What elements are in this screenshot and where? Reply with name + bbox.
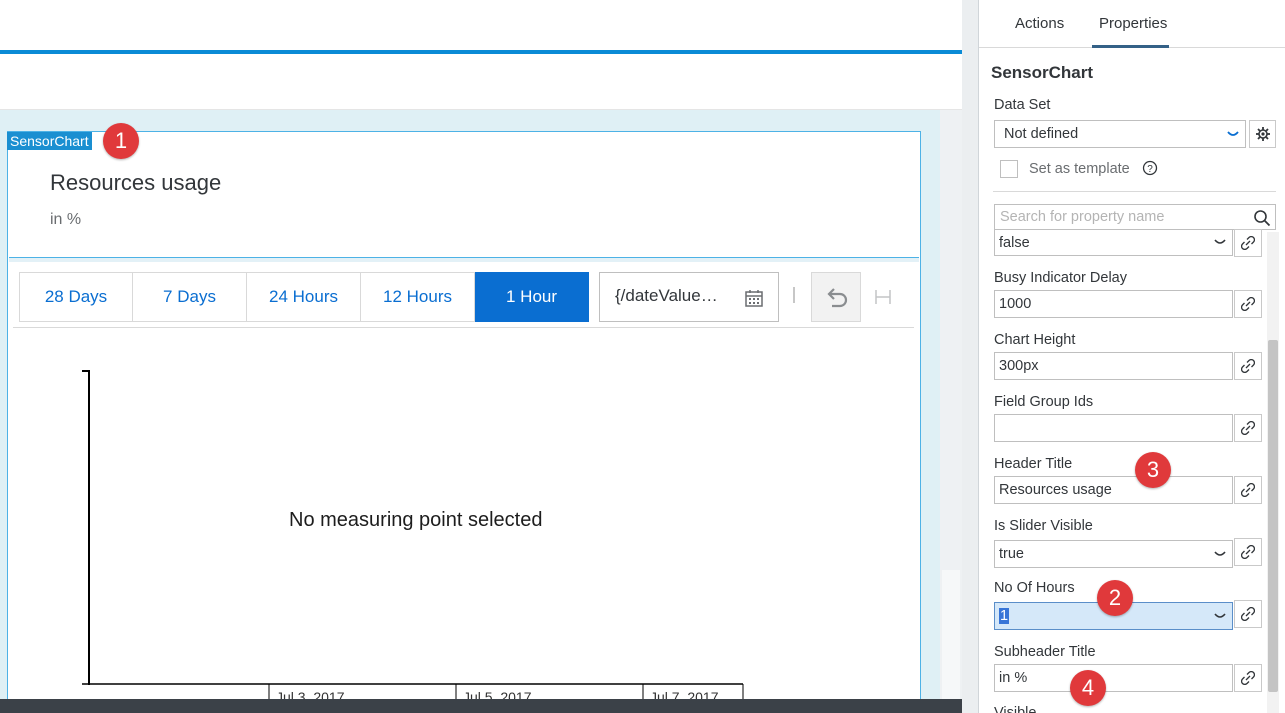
is-slider-visible-select[interactable]: true <box>994 540 1233 568</box>
range-1-hour-button[interactable]: 1 Hour <box>475 272 589 322</box>
selected-control-heading: SensorChart <box>991 63 1094 82</box>
bind-property-button[interactable] <box>1234 664 1262 692</box>
callout-badge-3: 3 <box>1135 452 1171 488</box>
no-of-hours-label: No Of Hours <box>994 580 1075 596</box>
bind-property-button[interactable] <box>1234 476 1262 504</box>
callout-badge-2: 2 <box>1097 580 1133 616</box>
bind-property-button[interactable] <box>1234 600 1262 628</box>
field-group-ids-field[interactable] <box>994 414 1233 442</box>
search-icon[interactable] <box>1253 209 1271 227</box>
range-7-days-button[interactable]: 7 Days <box>133 272 247 322</box>
link-icon <box>1241 359 1255 373</box>
bind-property-button[interactable] <box>1234 229 1262 257</box>
design-canvas: SensorChart 1 Resources usage in % 28 Da… <box>0 0 962 713</box>
property-value: 300px <box>999 358 1039 374</box>
chevron-down-icon <box>1214 551 1226 556</box>
link-icon <box>1241 297 1255 311</box>
field-group-ids-label: Field Group Ids <box>994 394 1094 410</box>
tab-actions[interactable]: Actions <box>1015 15 1064 32</box>
chart-header-divider <box>9 258 919 262</box>
data-set-select[interactable]: Not defined <box>994 120 1246 148</box>
time-range-selector: 28 Days 7 Days 24 Hours 12 Hours 1 Hour <box>19 272 589 322</box>
range-28-days-button[interactable]: 28 Days <box>19 272 133 322</box>
chevron-down-icon <box>1214 239 1226 244</box>
link-icon <box>1241 236 1255 250</box>
chevron-down-icon <box>1214 613 1226 618</box>
range-12-hours-button[interactable]: 12 Hours <box>361 272 475 322</box>
bind-property-button[interactable] <box>1234 538 1262 566</box>
is-slider-visible-label: Is Slider Visible <box>994 518 1093 534</box>
data-set-label: Data Set <box>994 97 1051 113</box>
busy-indicator-delay-field[interactable]: 1000 <box>994 290 1233 318</box>
undo-icon <box>827 288 848 308</box>
chart-height-field[interactable]: 300px <box>994 352 1233 380</box>
link-icon <box>1241 421 1255 435</box>
property-value: 1000 <box>999 296 1032 312</box>
property-value: false <box>999 235 1030 251</box>
chart-plot-area: Jul 3, 2017 Jul 5, 2017 Jul 7, 2017 <box>82 370 744 705</box>
range-24-hours-button[interactable]: 24 Hours <box>247 272 361 322</box>
panel-splitter[interactable] <box>962 0 978 713</box>
property-value: Resources usage <box>999 482 1112 498</box>
chart-header-title: Resources usage <box>50 170 222 195</box>
empty-chart-message: No measuring point selected <box>289 509 543 531</box>
panel-tab-bar: Actions Properties <box>979 0 1285 48</box>
canvas-bottom-bar <box>0 699 962 713</box>
control-name-tag: SensorChart <box>7 132 92 150</box>
visible-label: Visible <box>994 705 1037 713</box>
header-title-label: Header Title <box>994 456 1073 472</box>
reset-zoom-button[interactable] <box>811 272 861 322</box>
help-icon[interactable]: ? <box>1142 160 1158 176</box>
property-search-placeholder: Search for property name <box>1000 209 1165 225</box>
property-value: in % <box>999 670 1028 686</box>
active-tab-indicator <box>1092 45 1169 48</box>
header-title-field[interactable]: Resources usage <box>994 476 1233 504</box>
subheader-title-field[interactable]: in % <box>994 664 1233 692</box>
panel-separator <box>993 191 1276 192</box>
property-value: 1 <box>999 608 1010 624</box>
canvas-toolbar-strip <box>0 54 962 110</box>
data-set-settings-button[interactable] <box>1249 120 1276 148</box>
set-as-template-checkbox[interactable] <box>1000 160 1018 178</box>
date-picker-value: {/dateValue… <box>615 286 718 305</box>
link-icon <box>1241 607 1255 621</box>
chevron-down-icon <box>1227 131 1239 136</box>
gear-icon <box>1256 127 1270 141</box>
svg-text:?: ? <box>1147 164 1153 175</box>
link-icon <box>1241 545 1255 559</box>
canvas-scrollbar-thumb[interactable] <box>942 570 960 700</box>
callout-badge-1: 1 <box>103 123 139 159</box>
properties-panel: Actions Properties SensorChart Data Set … <box>978 0 1285 713</box>
range-selector-underline <box>13 327 914 328</box>
link-icon <box>1241 671 1255 685</box>
calendar-icon[interactable] <box>744 288 764 308</box>
busy-indicator-delay-label: Busy Indicator Delay <box>994 270 1127 286</box>
tab-properties[interactable]: Properties <box>1099 15 1167 32</box>
property-value: true <box>999 546 1024 562</box>
toolbar-separator <box>793 287 795 303</box>
callout-badge-4: 4 <box>1070 670 1106 706</box>
bind-property-button[interactable] <box>1234 352 1262 380</box>
set-as-template-label: Set as template <box>1029 161 1130 177</box>
property-search-input[interactable]: Search for property name <box>994 204 1276 230</box>
data-set-value: Not defined <box>1004 126 1079 142</box>
link-icon <box>1241 483 1255 497</box>
bind-property-button[interactable] <box>1234 290 1262 318</box>
range-bracket-icon[interactable] <box>874 288 892 306</box>
date-picker-input[interactable]: {/dateValue… <box>599 272 779 322</box>
chart-height-label: Chart Height <box>994 332 1076 348</box>
subheader-title-label: Subheader Title <box>994 644 1096 660</box>
chart-header-subtitle: in % <box>50 211 82 228</box>
bind-property-button[interactable] <box>1234 414 1262 442</box>
property-select-partial[interactable]: false <box>994 230 1233 256</box>
panel-scrollbar-thumb[interactable] <box>1268 340 1278 692</box>
